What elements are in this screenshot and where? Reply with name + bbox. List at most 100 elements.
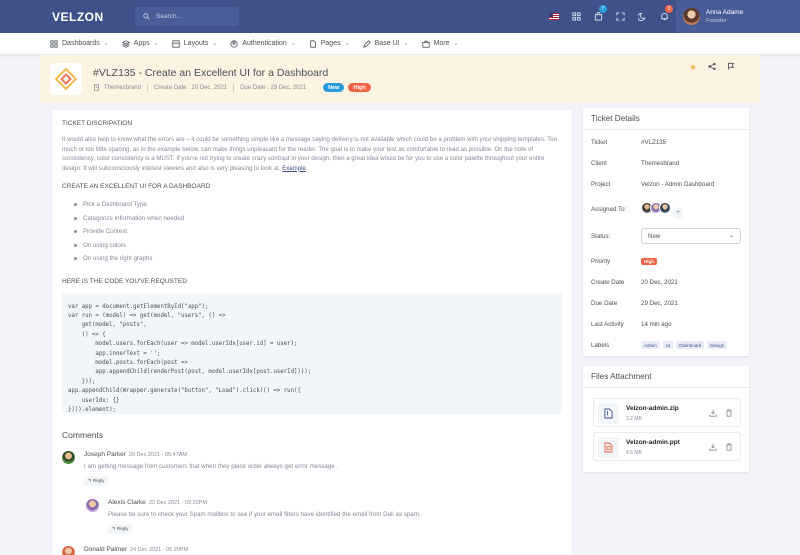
dark-mode-button[interactable] [631, 0, 653, 33]
list-item: Provide Context [74, 225, 562, 239]
brand-logo[interactable]: VELZON [0, 10, 115, 24]
trash-icon[interactable] [725, 443, 733, 451]
page-title: #VLZ135 - Create an Excellent UI for a D… [93, 67, 329, 79]
share-icon[interactable] [708, 62, 716, 71]
client-label: Client [591, 160, 607, 167]
comment-reply: Alexis Clarke 22 Dec 2021 - 02:32PM Pleas… [86, 499, 421, 534]
nav-apps[interactable]: Apps ⌄ [121, 39, 159, 48]
reply-button[interactable]: ↰ Reply [108, 524, 133, 534]
chevron-down-icon: ⌄ [103, 41, 109, 47]
create-date: 20 Dec, 2021 [191, 84, 228, 91]
grid-icon [571, 12, 581, 21]
cart-button[interactable]: 7 [587, 0, 609, 33]
pages-icon [309, 39, 316, 48]
us-flag-icon [549, 13, 559, 20]
download-icon[interactable] [709, 409, 717, 417]
nav-label: Base UI [374, 40, 400, 47]
due-date-label: Due Date [591, 300, 618, 307]
ticket-header: #VLZ135 - Create an Excellent UI for a D… [40, 55, 760, 103]
labels-list: Admin UI Dashboard Design [641, 341, 730, 349]
description-body: It would also help to know what the erro… [62, 136, 558, 172]
cart-badge: 7 [599, 5, 607, 13]
trash-icon[interactable] [725, 409, 733, 417]
due-date-label: Due Date : [240, 84, 269, 91]
label-tag: Dashboard [676, 341, 705, 349]
divider [147, 83, 149, 92]
description-text: It would also help to know what the erro… [62, 135, 562, 173]
card-title: Ticket Details [583, 108, 749, 130]
avatar [62, 451, 75, 464]
nav-base-ui[interactable]: Base UI ⌄ [362, 39, 409, 48]
label-tag: Design [707, 341, 728, 349]
nav-label: Dashboards [62, 40, 100, 47]
user-dropdown[interactable]: Anna Adame Founder [676, 0, 800, 33]
pencil-ruler-icon [362, 39, 371, 48]
comment-text: Please be sure to check your Spam mailbo… [108, 511, 421, 518]
horizontal-nav: Dashboards ⌄ Apps ⌄ Layouts ⌄ Authenticatio… [0, 33, 800, 55]
apps-button[interactable] [565, 0, 587, 33]
list-item: Pick a Dashboard Type [74, 198, 562, 212]
avatar[interactable] [659, 202, 671, 214]
dashboard-icon [50, 39, 58, 48]
due-date-value: 29 Dec, 2021 [641, 300, 678, 307]
search-box[interactable]: Search... [135, 7, 239, 26]
zip-file-icon [604, 408, 613, 419]
nav-label: Apps [133, 40, 150, 47]
nav-label: Authentication [242, 40, 287, 47]
add-assignee-button[interactable]: + [672, 207, 684, 219]
avatar [683, 8, 700, 25]
notifications-button[interactable]: 3 [653, 0, 675, 33]
example-link[interactable]: Example [282, 165, 306, 172]
reply-label: Reply [93, 478, 105, 483]
client-value: Themesbrand [641, 160, 680, 167]
comment-date: 24 Dec 2021 - 05:20PM [130, 547, 189, 553]
ticket-details-card: Ticket Details Ticket #VLZ135 Client The… [583, 108, 749, 356]
comment-date: 22 Dec 2021 - 02:32PM [148, 500, 208, 506]
file-item: Velzon-admin.ppt 4.5 MB [593, 432, 741, 461]
avatar [86, 499, 99, 512]
file-name[interactable]: Velzon-admin.zip [626, 405, 679, 412]
flag-icon[interactable] [727, 62, 735, 71]
comment-author: Joseph Parker [84, 451, 126, 458]
nav-pages[interactable]: Pages ⌄ [309, 39, 350, 48]
assignees: + [641, 202, 684, 219]
checklist-heading: CREATE AN EXCELLENT UI FOR A DASHBOARD [62, 183, 211, 190]
divider [233, 83, 235, 92]
project-label: Project [591, 181, 611, 188]
search-input[interactable]: Search... [156, 13, 182, 20]
reply-button[interactable]: ↰ Reply [84, 476, 109, 486]
chevron-down-icon: ⌄ [728, 233, 734, 239]
language-button[interactable] [543, 0, 565, 33]
description-heading: TICKET DISCRIPATION [62, 120, 133, 127]
chevron-down-icon: ⌄ [212, 41, 218, 47]
chevron-down-icon: ⌄ [290, 41, 296, 47]
nav-dashboards[interactable]: Dashboards ⌄ [50, 39, 109, 48]
status-select[interactable]: New ⌄ [641, 228, 741, 244]
search-icon [143, 13, 150, 20]
priority-badge: High [348, 83, 371, 92]
fullscreen-button[interactable] [609, 0, 631, 33]
chevron-down-icon: ⌄ [453, 41, 459, 47]
checklist: Pick a Dashboard Type Categorize informa… [74, 198, 562, 266]
create-date-label: Create Date [591, 279, 625, 286]
nav-more[interactable]: More ⌄ [421, 40, 459, 48]
user-role: Founder [706, 18, 727, 24]
status-label: Status: [591, 233, 611, 240]
status-value: New [648, 233, 661, 240]
download-icon[interactable] [709, 443, 717, 451]
nav-layouts[interactable]: Layouts ⌄ [172, 39, 218, 48]
fullscreen-icon [615, 12, 625, 21]
file-icon [598, 403, 619, 424]
card-title: Files Attachment [583, 366, 749, 388]
nav-label: More [433, 40, 450, 47]
account-circle-icon [230, 39, 238, 48]
star-icon[interactable]: ★ [689, 62, 697, 73]
nav-authentication[interactable]: Authentication ⌄ [230, 39, 296, 48]
file-name[interactable]: Velzon-admin.ppt [626, 439, 680, 446]
ppt-file-icon [604, 442, 613, 453]
status-badge: New [323, 83, 345, 92]
file-size: 4.5 MB [626, 450, 642, 456]
list-item: On using colors [74, 239, 562, 253]
comment-author: Donald Palmer [84, 546, 127, 553]
label-tag: Admin [641, 341, 660, 349]
